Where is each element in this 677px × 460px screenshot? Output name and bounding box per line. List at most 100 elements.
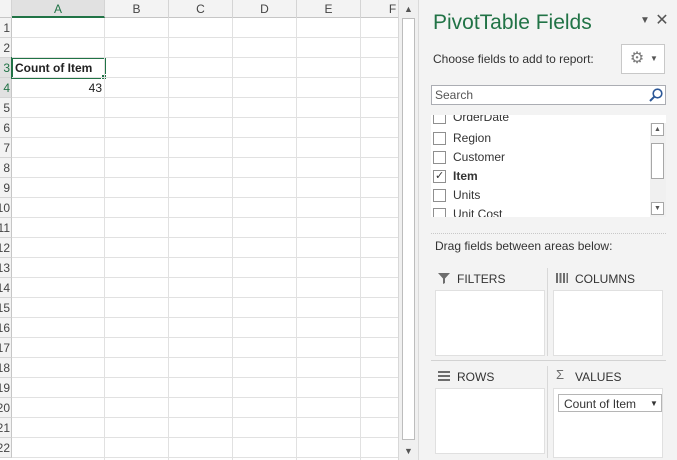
field-checkbox[interactable] [433,132,446,145]
row-header-7[interactable]: 7 [0,138,12,158]
active-cell-border [11,57,106,79]
select-all-corner[interactable] [0,0,12,18]
filters-drop-zone[interactable] [435,290,545,356]
choose-fields-label: Choose fields to add to report: [433,52,594,66]
gridline-horizontal [12,97,398,98]
cell-grid[interactable]: Count of Item 43 [11,18,398,460]
gridline-horizontal [12,257,398,258]
row-header-5[interactable]: 5 [0,98,12,118]
gridline-horizontal [12,137,398,138]
row-header-18[interactable]: 18 [0,358,12,378]
gridline-horizontal [12,357,398,358]
field-checkbox-checked[interactable]: ✓ [433,170,446,183]
tools-button[interactable]: ⚙ ▼ [621,44,665,74]
row-header-21[interactable]: 21 [0,418,12,438]
gridline-horizontal [12,217,398,218]
row-header-16[interactable]: 16 [0,318,12,338]
field-item-region[interactable]: Region [431,129,651,148]
column-header-b[interactable]: B [105,0,169,18]
cell-a4[interactable]: 43 [12,78,105,98]
row-header-8[interactable]: 8 [0,158,12,178]
field-search-box[interactable] [431,85,666,105]
gridline-horizontal [12,377,398,378]
area-label: COLUMNS [575,272,636,286]
close-icon[interactable]: ✕ [655,13,669,29]
field-item-units[interactable]: Units [431,186,651,205]
filters-area-header: FILTERS [435,268,545,290]
row-header-6[interactable]: 6 [0,118,12,138]
gridline-horizontal [12,457,398,458]
rows-drop-zone[interactable] [435,388,545,454]
field-list-scrollbar[interactable]: ▲ ▼ [650,123,666,217]
column-header-f[interactable]: F [361,0,398,18]
gridline-horizontal [12,37,398,38]
column-header-a[interactable]: A [12,0,105,18]
row-header-11[interactable]: 11 [0,218,12,238]
row-header-19[interactable]: 19 [0,378,12,398]
area-label: ROWS [457,370,495,384]
field-label: Units [453,188,481,202]
scroll-up-arrow-icon[interactable]: ▲ [651,123,664,136]
row-header-13[interactable]: 13 [0,258,12,278]
column-headers: ABCDEF [0,0,398,18]
search-input[interactable] [432,86,644,104]
scroll-up-arrow-icon[interactable]: ▲ [402,2,415,16]
scroll-down-arrow-icon[interactable]: ▼ [651,202,664,215]
row-header-10[interactable]: 10 [0,198,12,218]
gridline-vertical [360,18,361,460]
gridline-horizontal [12,337,398,338]
row-header-9[interactable]: 9 [0,178,12,198]
sheet-vertical-scrollbar[interactable]: ▲ ▼ [398,0,418,460]
field-label: Customer [453,150,506,164]
pane-title: PivotTable Fields [433,11,592,34]
scroll-thumb[interactable] [402,18,415,440]
values-area-header: Σ VALUES [553,366,663,388]
field-checkbox[interactable] [433,151,446,164]
row-header-12[interactable]: 12 [0,238,12,258]
row-header-1[interactable]: 1 [0,18,12,38]
gridline-horizontal [12,237,398,238]
field-label: Item [453,169,478,183]
gridline-horizontal [12,437,398,438]
gridline-vertical [168,18,169,460]
gridline-horizontal [12,197,398,198]
gear-icon: ⚙ [629,50,645,67]
column-header-e[interactable]: E [297,0,361,18]
divider [431,233,666,234]
columns-icon [556,273,568,283]
row-header-14[interactable]: 14 [0,278,12,298]
filter-icon [438,273,450,284]
field-item-item[interactable]: ✓ Item [431,167,651,186]
scroll-down-arrow-icon[interactable]: ▼ [402,444,415,458]
drag-fields-label: Drag fields between areas below: [435,239,613,253]
row-header-22[interactable]: 22 [0,438,12,458]
values-field-count-of-item[interactable]: Count of Item ▼ [558,394,662,412]
columns-drop-zone[interactable] [553,290,663,356]
gridline-horizontal [12,397,398,398]
column-header-d[interactable]: D [233,0,297,18]
row-header-17[interactable]: 17 [0,338,12,358]
chevron-down-icon[interactable]: ▼ [639,14,651,28]
field-checkbox[interactable] [433,208,446,217]
chevron-down-icon[interactable]: ▼ [650,399,658,408]
field-item-unit-cost[interactable]: Unit Cost [431,205,651,217]
search-icon[interactable] [648,87,664,103]
values-drop-zone[interactable]: Count of Item ▼ [553,388,663,458]
scroll-thumb[interactable] [651,143,664,179]
field-list[interactable]: OrderDate Region Customer ✓ Item Units U… [431,115,666,217]
area-divider [547,366,548,458]
field-checkbox[interactable] [433,115,446,124]
row-header-15[interactable]: 15 [0,298,12,318]
row-header-20[interactable]: 20 [0,398,12,418]
column-header-c[interactable]: C [169,0,233,18]
gridline-vertical [232,18,233,460]
field-label: Region [453,131,492,145]
row-header-2[interactable]: 2 [0,38,12,58]
worksheet[interactable]: ABCDEF 123456789101112131415161718192021… [0,0,398,460]
field-checkbox[interactable] [433,189,446,202]
sigma-icon: Σ [556,367,565,382]
field-item-orderdate[interactable]: OrderDate [431,115,651,127]
row-header-4[interactable]: 4 [0,78,12,98]
field-item-customer[interactable]: Customer [431,148,651,167]
gridline-horizontal [12,417,398,418]
